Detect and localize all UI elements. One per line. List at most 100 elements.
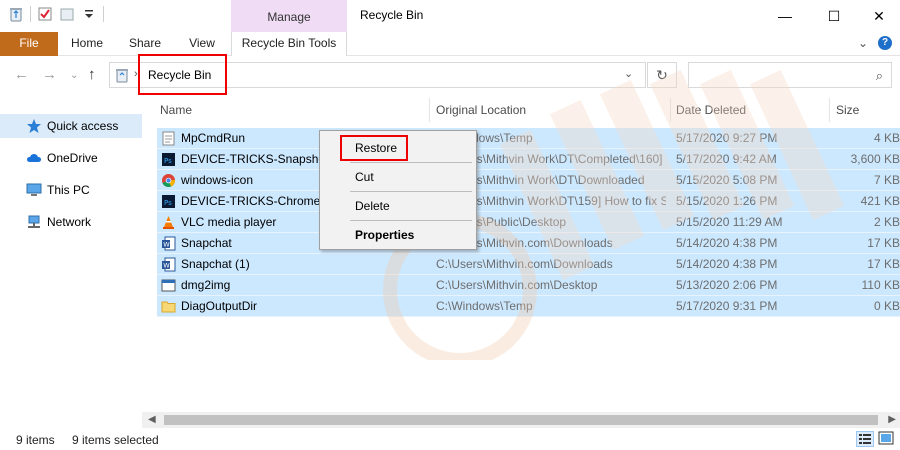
table-row[interactable]: windows-icon C:\Users\Mithvin Work\DT\Do…: [157, 170, 900, 191]
help-icon[interactable]: ?: [878, 36, 892, 50]
column-divider[interactable]: [429, 98, 430, 122]
table-row[interactable]: VLC media player C:\Users\Public\Desktop…: [157, 212, 900, 233]
sidebar-item-network[interactable]: Network: [0, 210, 142, 234]
properties-icon[interactable]: [37, 6, 53, 22]
scroll-right-icon[interactable]: ▶: [888, 414, 896, 425]
file-name: DiagOutputDir: [181, 299, 258, 313]
table-row[interactable]: DiagOutputDir C:\Windows\Temp 5/17/2020 …: [157, 296, 900, 317]
tab-view[interactable]: View: [180, 32, 224, 56]
restore-highlight-box: [340, 135, 408, 161]
maximize-button[interactable]: ☐: [811, 0, 857, 32]
file-size: 421 KB: [860, 194, 900, 208]
close-button[interactable]: ✕: [856, 0, 900, 32]
manage-contextual-tab: Manage: [231, 0, 347, 32]
photoshop-file-icon: Ps: [161, 152, 176, 167]
recycle-bin-icon[interactable]: [8, 6, 24, 22]
quick-access-toolbar: [8, 6, 104, 22]
file-size: 7 KB: [873, 173, 900, 187]
file-name: DEVICE-TRICKS-Snapshots: [181, 152, 319, 166]
menu-item-properties[interactable]: Properties: [320, 224, 476, 246]
folder-icon: [161, 299, 176, 314]
table-row[interactable]: W Snapchat (1) C:\Users\Mithvin.com\Down…: [157, 254, 900, 275]
file-date: 5/17/2020 9:42 AM: [676, 152, 777, 166]
file-name: VLC media player: [181, 215, 277, 229]
text-file-icon: [161, 131, 176, 146]
tab-home[interactable]: Home: [64, 32, 110, 56]
star-icon: [26, 118, 42, 134]
menu-divider: [350, 162, 472, 163]
svg-text:Ps: Ps: [164, 157, 172, 165]
scrollbar-thumb[interactable]: [164, 415, 878, 425]
file-date: 5/17/2020 9:27 PM: [676, 131, 778, 145]
selection-count: 9 items selected: [72, 433, 159, 447]
horizontal-scrollbar[interactable]: ◀ ▶: [142, 412, 900, 428]
minimize-icon: —: [778, 8, 792, 24]
expand-ribbon-icon[interactable]: ⌄: [858, 36, 868, 50]
sidebar-item-label: OneDrive: [47, 151, 98, 165]
window-title: Recycle Bin: [360, 8, 424, 22]
sidebar-item-this-pc[interactable]: This PC: [0, 178, 142, 202]
details-view-icon[interactable]: [856, 431, 874, 447]
word-file-icon: W: [161, 257, 176, 272]
search-input[interactable]: ⌕: [688, 62, 892, 88]
file-size: 17 KB: [867, 236, 900, 250]
toolbar-divider: [103, 6, 104, 22]
table-row[interactable]: Ps DEVICE-TRICKS-Chrome - ... C:\Users\M…: [157, 191, 900, 212]
large-icons-view-icon[interactable]: [878, 431, 896, 447]
new-folder-icon[interactable]: [59, 6, 75, 22]
file-name: dmg2img: [181, 278, 231, 292]
file-size: 4 KB: [873, 131, 900, 145]
svg-text:Ps: Ps: [164, 199, 172, 207]
tab-file[interactable]: File: [0, 32, 58, 56]
file-name: DEVICE-TRICKS-Chrome - ...: [181, 194, 319, 208]
file-date: 5/17/2020 9:31 PM: [676, 299, 778, 313]
file-date: 5/13/2020 2:06 PM: [676, 278, 778, 292]
cloud-icon: [26, 150, 42, 166]
sidebar-item-label: Quick access: [47, 119, 119, 133]
sidebar-item-onedrive[interactable]: OneDrive: [0, 146, 142, 170]
sidebar-item-label: Network: [47, 215, 92, 229]
svg-text:W: W: [163, 262, 170, 270]
manage-label: Manage: [267, 10, 311, 24]
file-location: C:\Windows\Temp: [436, 299, 533, 313]
file-location: C:\Users\Mithvin.com\Downloads: [436, 257, 613, 271]
menu-item-cut[interactable]: Cut: [320, 166, 476, 188]
column-header-date-deleted[interactable]: Date Deleted: [676, 100, 746, 122]
up-arrow-icon[interactable]: ↑: [88, 66, 96, 83]
file-size: 3,600 KB: [850, 152, 900, 166]
photoshop-file-icon: Ps: [161, 194, 176, 209]
minimize-button[interactable]: —: [762, 0, 808, 32]
vlc-icon: [161, 215, 176, 230]
file-name: MpCmdRun: [181, 131, 246, 145]
column-header-original-location[interactable]: Original Location: [436, 100, 526, 122]
menu-divider: [350, 191, 472, 192]
recent-locations-icon[interactable]: ⌄: [70, 70, 78, 81]
file-date: 5/14/2020 4:38 PM: [676, 257, 778, 271]
file-size: 110 KB: [861, 278, 900, 292]
network-icon: [26, 214, 42, 230]
app-file-icon: [161, 278, 176, 293]
tab-recycle-bin-tools[interactable]: Recycle Bin Tools: [231, 32, 347, 56]
column-header-size[interactable]: Size: [836, 100, 859, 122]
sidebar-item-quick-access[interactable]: Quick access: [0, 114, 142, 138]
column-divider[interactable]: [829, 98, 830, 122]
refresh-button[interactable]: ↻: [647, 62, 677, 88]
menu-item-delete[interactable]: Delete: [320, 195, 476, 217]
file-size: 0 KB: [873, 299, 900, 313]
forward-arrow-icon[interactable]: →: [42, 66, 57, 83]
customize-toolbar-icon[interactable]: [81, 6, 97, 22]
file-name: Snapchat (1): [181, 257, 250, 271]
column-divider[interactable]: [670, 98, 671, 122]
back-arrow-icon[interactable]: ←: [14, 66, 29, 83]
tab-share[interactable]: Share: [122, 32, 168, 56]
table-row[interactable]: MpCmdRun C:\Windows\Temp 5/17/2020 9:27 …: [157, 128, 900, 149]
table-row[interactable]: dmg2img C:\Users\Mithvin.com\Desktop 5/1…: [157, 275, 900, 296]
chevron-down-icon[interactable]: ⌄: [624, 67, 633, 80]
column-header-name[interactable]: Name: [160, 100, 192, 122]
table-row[interactable]: Ps DEVICE-TRICKS-Snapshots C:\Users\Mith…: [157, 149, 900, 170]
sidebar-item-label: This PC: [47, 183, 90, 197]
file-date: 5/14/2020 4:38 PM: [676, 236, 778, 250]
close-icon: ✕: [873, 7, 885, 24]
table-row[interactable]: W Snapchat C:\Users\Mithvin.com\Download…: [157, 233, 900, 254]
scroll-left-icon[interactable]: ◀: [148, 414, 156, 425]
